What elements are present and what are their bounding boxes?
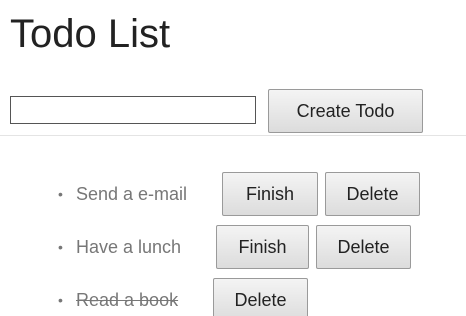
bullet-icon: •: [58, 186, 63, 202]
delete-button[interactable]: Delete: [213, 278, 308, 316]
todo-page: Todo List Create Todo • Send a e-mail Fi…: [0, 0, 466, 316]
finish-button[interactable]: Finish: [222, 172, 318, 216]
delete-button[interactable]: Delete: [316, 225, 411, 269]
todo-text-completed: Read a book: [76, 290, 179, 310]
bullet-icon: •: [58, 292, 63, 308]
page-title: Todo List: [10, 12, 171, 56]
divider: [0, 135, 466, 136]
delete-button[interactable]: Delete: [325, 172, 420, 216]
todo-text: Have a lunch: [76, 237, 182, 257]
bullet-icon: •: [58, 239, 63, 255]
finish-button[interactable]: Finish: [216, 225, 309, 269]
todo-text-input[interactable]: [10, 96, 256, 124]
create-todo-button[interactable]: Create Todo: [268, 89, 423, 133]
todo-text: Send a e-mail: [76, 184, 188, 204]
